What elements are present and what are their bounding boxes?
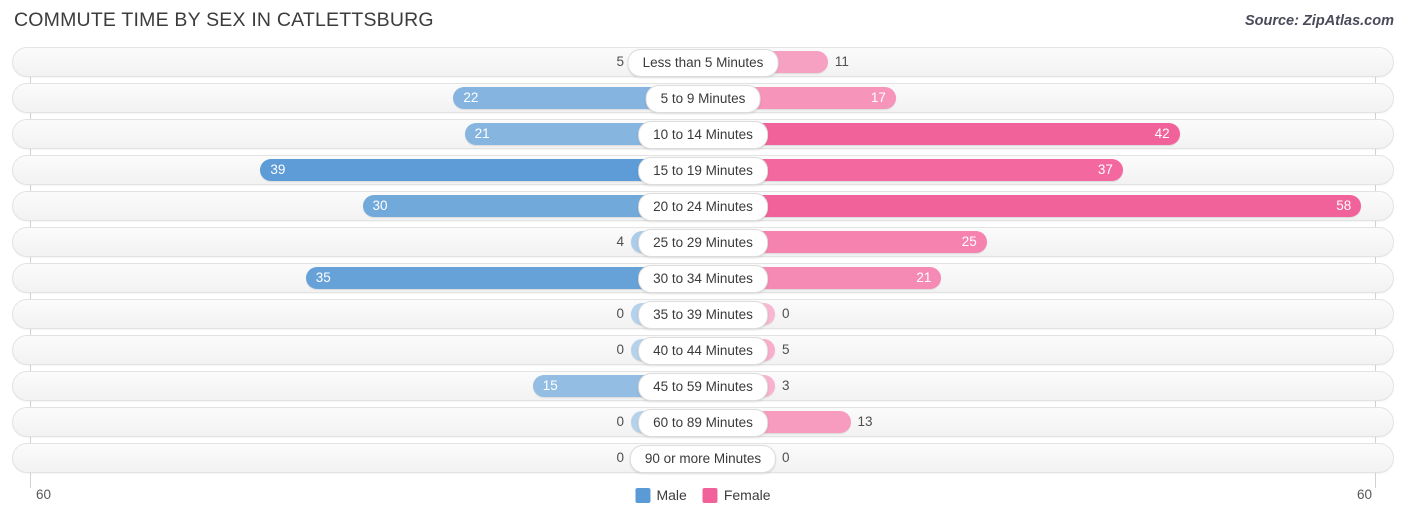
bar-value-male: 21 <box>474 126 490 141</box>
legend-swatch-male-icon <box>635 487 651 503</box>
chart-plot-area: 5 11 Less than 5 Minutes 22 17 5 to 9 Minutes… <box>0 47 1406 488</box>
bar-row: 35 21 30 to 34 Minutes <box>12 263 1394 293</box>
bar-value-male: 15 <box>542 378 558 393</box>
bar-fill-female[interactable] <box>703 123 1180 145</box>
legend-item-male[interactable]: Male <box>635 487 687 503</box>
bar-value-female: 21 <box>916 270 932 285</box>
bar-row: 0 0 90 or more Minutes <box>12 443 1394 473</box>
bar-row: 30 58 20 to 24 Minutes <box>12 191 1394 221</box>
bar-value-female: 11 <box>834 54 849 69</box>
legend-swatch-female-icon <box>702 487 718 503</box>
page-title: COMMUTE TIME BY SEX IN CATLETTSBURG <box>14 9 434 31</box>
category-label: 10 to 14 Minutes <box>638 121 768 149</box>
bar-value-female: 17 <box>870 90 886 105</box>
category-label: 40 to 44 Minutes <box>638 337 768 365</box>
bar-row: 22 17 5 to 9 Minutes <box>12 83 1394 113</box>
legend-label-female: Female <box>723 487 771 503</box>
bar-value-male: 30 <box>372 198 388 213</box>
legend-item-female[interactable]: Female <box>702 487 771 503</box>
bar-value-male: 39 <box>270 162 286 177</box>
bar-value-male: 0 <box>616 306 624 321</box>
bar-value-male: 22 <box>463 90 479 105</box>
bar-value-male: 4 <box>616 234 624 249</box>
bar-row: 4 25 25 to 29 Minutes <box>12 227 1394 257</box>
source-attribution: Source: ZipAtlas.com <box>1244 13 1394 29</box>
bar-value-male: 0 <box>616 342 624 357</box>
bar-value-female: 0 <box>782 450 790 465</box>
category-label: Less than 5 Minutes <box>627 49 779 77</box>
bar-value-female: 42 <box>1154 126 1170 141</box>
category-label: 30 to 34 Minutes <box>638 265 768 293</box>
bar-row: 0 13 60 to 89 Minutes <box>12 407 1394 437</box>
axis-label-right: 60 <box>1356 487 1372 502</box>
bar-row: 15 3 45 to 59 Minutes <box>12 371 1394 401</box>
bar-value-female: 25 <box>961 234 977 249</box>
bar-value-female: 13 <box>857 414 873 429</box>
bar-fill-female[interactable] <box>703 195 1362 217</box>
bar-value-female: 5 <box>782 342 790 357</box>
category-label: 60 to 89 Minutes <box>638 409 768 437</box>
bar-row: 39 37 15 to 19 Minutes <box>12 155 1394 185</box>
axis-label-left: 60 <box>36 487 52 502</box>
bar-row: 0 0 35 to 39 Minutes <box>12 299 1394 329</box>
bar-value-male: 0 <box>616 450 624 465</box>
bar-value-female: 37 <box>1097 162 1113 177</box>
bar-fill-male[interactable] <box>260 159 703 181</box>
chart-legend: Male Female <box>635 487 771 503</box>
category-label: 20 to 24 Minutes <box>638 193 768 221</box>
bar-row: 21 42 10 to 14 Minutes <box>12 119 1394 149</box>
bar-male: 39 <box>260 159 703 181</box>
bar-row: 5 11 Less than 5 Minutes <box>12 47 1394 77</box>
category-label: 25 to 29 Minutes <box>638 229 768 257</box>
bar-value-female: 0 <box>782 306 790 321</box>
bar-value-male: 5 <box>616 54 624 69</box>
bar-value-female: 3 <box>782 378 790 393</box>
bar-rows-container: 5 11 Less than 5 Minutes 22 17 5 to 9 Minutes… <box>12 47 1394 484</box>
bar-female: 42 <box>703 123 1180 145</box>
bar-value-male: 0 <box>616 414 624 429</box>
bar-row: 0 5 40 to 44 Minutes <box>12 335 1394 365</box>
bar-value-male: 35 <box>315 270 331 285</box>
category-label: 15 to 19 Minutes <box>638 157 768 185</box>
legend-label-male: Male <box>656 487 687 503</box>
category-label: 35 to 39 Minutes <box>638 301 768 329</box>
category-label: 5 to 9 Minutes <box>645 85 761 113</box>
bar-female: 58 <box>703 195 1362 217</box>
chart-footer: 60 60 Male Female <box>0 484 1406 522</box>
bar-value-female: 58 <box>1336 198 1352 213</box>
chart-header: COMMUTE TIME BY SEX IN CATLETTSBURG Sour… <box>0 0 1406 40</box>
category-label: 90 or more Minutes <box>629 445 777 473</box>
category-label: 45 to 59 Minutes <box>638 373 768 401</box>
